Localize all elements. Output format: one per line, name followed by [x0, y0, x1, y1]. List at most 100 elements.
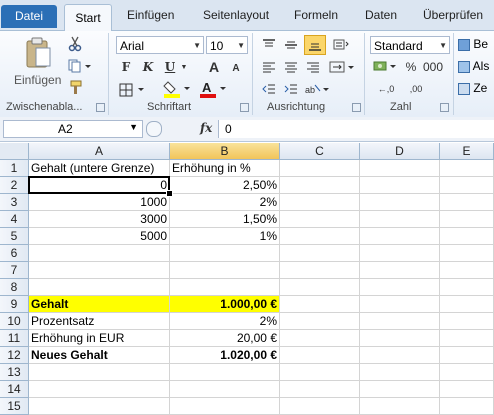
cell-e10[interactable]: [440, 313, 494, 330]
cell-d4[interactable]: [360, 211, 440, 228]
cell-d10[interactable]: [360, 313, 440, 330]
cell-b8[interactable]: [170, 279, 280, 296]
tab-review[interactable]: Überprüfen: [423, 8, 483, 22]
cell-a11[interactable]: Erhöhung in EUR: [29, 330, 170, 347]
tab-insert[interactable]: Einfügen: [127, 8, 174, 22]
tab-data[interactable]: Daten: [365, 8, 397, 22]
row-header-11[interactable]: 11: [0, 330, 29, 347]
cell-d9[interactable]: [360, 296, 440, 313]
currency-icon[interactable]: [372, 58, 402, 76]
cell-a7[interactable]: [29, 262, 170, 279]
cell-a9[interactable]: Gehalt: [29, 296, 170, 313]
row-header-13[interactable]: 13: [0, 364, 29, 381]
cell-c14[interactable]: [280, 381, 360, 398]
cell-b13[interactable]: [170, 364, 280, 381]
decrease-indent-icon[interactable]: [260, 81, 278, 97]
row-header-8[interactable]: 8: [0, 279, 29, 296]
font-name-combo[interactable]: Arial ▼: [116, 36, 204, 54]
cell-e6[interactable]: [440, 245, 494, 262]
grow-font-button[interactable]: A: [206, 58, 222, 76]
cell-e3[interactable]: [440, 194, 494, 211]
cell-c2[interactable]: [280, 177, 360, 194]
conditional-format-button[interactable]: Be: [458, 37, 488, 51]
cell-c15[interactable]: [280, 398, 360, 415]
cell-d14[interactable]: [360, 381, 440, 398]
cell-b7[interactable]: [170, 262, 280, 279]
cell-c12[interactable]: [280, 347, 360, 364]
thousands-separator-button[interactable]: 000: [420, 58, 446, 76]
cell-d12[interactable]: [360, 347, 440, 364]
underline-button[interactable]: U: [162, 58, 178, 76]
cell-c13[interactable]: [280, 364, 360, 381]
cell-c10[interactable]: [280, 313, 360, 330]
tab-start[interactable]: Start: [64, 4, 112, 32]
format-as-table-button[interactable]: Als: [458, 59, 489, 73]
alignment-launcher-icon[interactable]: [352, 103, 361, 112]
increase-decimal-button[interactable]: ←,0: [372, 81, 400, 97]
row-header-3[interactable]: 3: [0, 194, 29, 211]
cell-c9[interactable]: [280, 296, 360, 313]
align-top-icon[interactable]: [260, 37, 278, 53]
cell-b5[interactable]: 1%: [170, 228, 280, 245]
tab-file[interactable]: Datei: [1, 5, 57, 28]
cell-e7[interactable]: [440, 262, 494, 279]
cell-a3[interactable]: 1000: [29, 194, 170, 211]
cell-d1[interactable]: [360, 160, 440, 177]
cell-d2[interactable]: [360, 177, 440, 194]
align-center-icon[interactable]: [282, 59, 300, 75]
cell-a10[interactable]: Prozentsatz: [29, 313, 170, 330]
text-direction-icon[interactable]: ab: [304, 81, 332, 97]
cell-b14[interactable]: [170, 381, 280, 398]
align-bottom-icon[interactable]: [304, 35, 326, 55]
cell-c6[interactable]: [280, 245, 360, 262]
column-header-a[interactable]: A: [29, 143, 170, 160]
shrink-font-button[interactable]: A: [228, 60, 244, 76]
cell-c8[interactable]: [280, 279, 360, 296]
column-header-d[interactable]: D: [360, 143, 440, 160]
cell-c3[interactable]: [280, 194, 360, 211]
cell-e14[interactable]: [440, 381, 494, 398]
cell-e5[interactable]: [440, 228, 494, 245]
font-launcher-icon[interactable]: [240, 103, 249, 112]
tab-formulas[interactable]: Formeln: [294, 8, 338, 22]
number-format-combo[interactable]: Standard ▼: [370, 36, 450, 54]
bold-button[interactable]: F: [118, 58, 134, 76]
insert-function-button[interactable]: fx: [200, 121, 212, 135]
cell-c11[interactable]: [280, 330, 360, 347]
row-header-6[interactable]: 6: [0, 245, 29, 262]
cell-a13[interactable]: [29, 364, 170, 381]
copy-icon[interactable]: [66, 57, 94, 75]
cell-e8[interactable]: [440, 279, 494, 296]
formula-input[interactable]: 0: [218, 120, 494, 138]
row-header-2[interactable]: 2: [0, 177, 29, 194]
paste-icon[interactable]: [22, 37, 54, 69]
row-header-15[interactable]: 15: [0, 398, 29, 415]
column-header-b[interactable]: B: [170, 143, 280, 160]
cell-d13[interactable]: [360, 364, 440, 381]
row-header-10[interactable]: 10: [0, 313, 29, 330]
increase-indent-icon[interactable]: [282, 81, 300, 97]
cell-d6[interactable]: [360, 245, 440, 262]
cell-c5[interactable]: [280, 228, 360, 245]
orientation-icon[interactable]: [330, 36, 352, 54]
formula-bar-expand-icon[interactable]: [146, 121, 162, 137]
cell-b2[interactable]: 2,50%: [170, 177, 280, 194]
cell-a8[interactable]: [29, 279, 170, 296]
name-box[interactable]: A2 ▼: [3, 120, 143, 138]
cell-e13[interactable]: [440, 364, 494, 381]
cell-b4[interactable]: 1,50%: [170, 211, 280, 228]
italic-button[interactable]: K: [140, 58, 156, 76]
row-header-14[interactable]: 14: [0, 381, 29, 398]
cell-e11[interactable]: [440, 330, 494, 347]
cell-d11[interactable]: [360, 330, 440, 347]
row-header-12[interactable]: 12: [0, 347, 29, 364]
number-launcher-icon[interactable]: [440, 103, 449, 112]
cell-c1[interactable]: [280, 160, 360, 177]
chevron-down-icon[interactable]: ▼: [180, 63, 188, 71]
cell-a4[interactable]: 3000: [29, 211, 170, 228]
fill-handle[interactable]: [166, 190, 173, 197]
cell-b9[interactable]: 1.000,00 €: [170, 296, 280, 313]
row-header-5[interactable]: 5: [0, 228, 29, 245]
align-middle-icon[interactable]: [282, 37, 300, 53]
format-painter-icon[interactable]: [66, 79, 84, 97]
